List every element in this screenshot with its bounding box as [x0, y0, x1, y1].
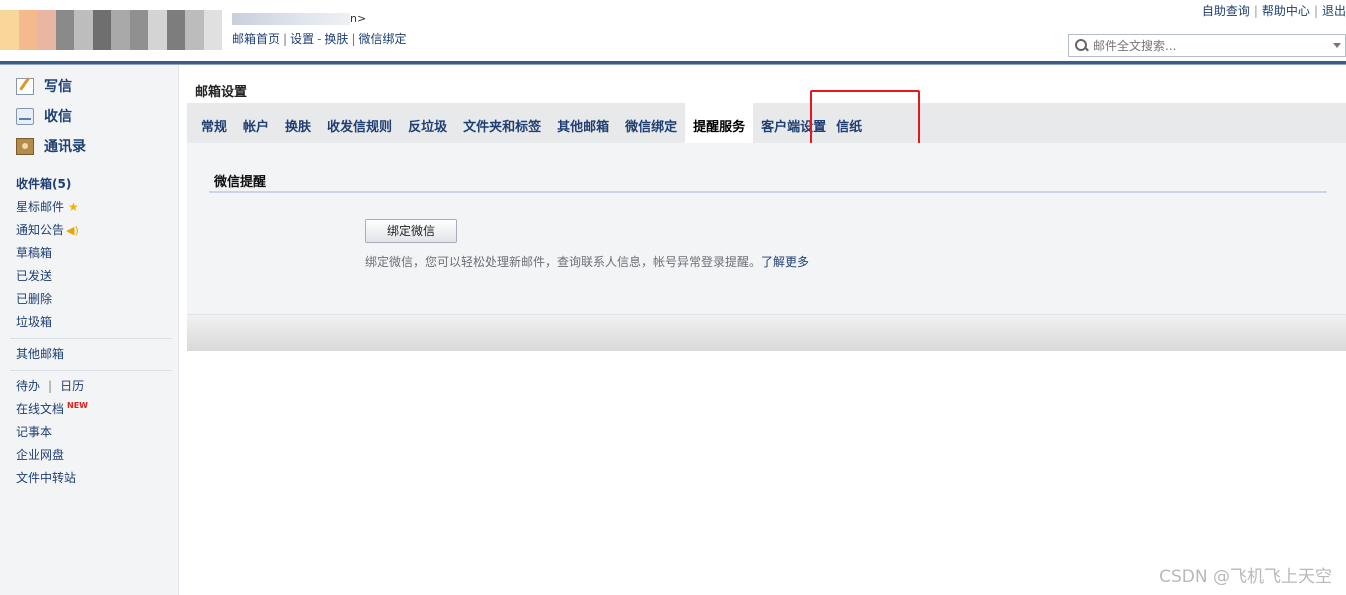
settings-tab-bar: 常规 帐户 换肤 收发信规则 反垃圾 文件夹和标签 其他邮箱 微信绑定 提醒服务…: [187, 103, 1346, 143]
notices-label: 通知公告: [16, 223, 65, 237]
receive-label: 收信: [44, 109, 72, 125]
nav-separator: -: [317, 32, 322, 46]
search-input[interactable]: [1093, 38, 1333, 53]
nav-separator: |: [351, 32, 356, 46]
help-center-link[interactable]: 帮助中心: [1262, 4, 1310, 18]
nav-separator: |: [283, 32, 288, 46]
description-text: 绑定微信，您可以轻松处理新邮件，查询联系人信息，帐号异常登录提醒。: [365, 255, 762, 269]
tab-general[interactable]: 常规: [193, 103, 235, 143]
search-icon: [1075, 38, 1089, 53]
receive-button[interactable]: 收信: [0, 101, 178, 131]
tab-anti-spam[interactable]: 反垃圾: [400, 103, 455, 143]
learn-more-link[interactable]: 了解更多: [761, 255, 809, 269]
compose-label: 写信: [44, 79, 72, 95]
tab-skin[interactable]: 换肤: [277, 103, 319, 143]
star-icon: ★: [68, 200, 79, 214]
sidebar: 写信 收信 通讯录 收件箱(5) 星标邮件 ★ 通知公告 ◀) 草稿箱 已发送 已删…: [0, 65, 179, 595]
tab-reminder-service[interactable]: 提醒服务: [685, 103, 754, 143]
bind-wechat-button[interactable]: 绑定微信: [365, 219, 457, 243]
speaker-icon: ◀): [66, 224, 79, 237]
chevron-down-icon[interactable]: [1333, 43, 1341, 48]
sidebar-item-calendar[interactable]: 日历: [60, 379, 84, 393]
tab-account[interactable]: 帐户: [235, 103, 277, 143]
main-content: 邮箱设置 常规 帐户 换肤 收发信规则 反垃圾 文件夹和标签 其他邮箱 微信绑定…: [187, 65, 1346, 595]
top-nav: 邮箱首页 | 设置 - 换肤 | 微信绑定: [232, 30, 407, 47]
description: 绑定微信，您可以轻松处理新邮件，查询联系人信息，帐号异常登录提醒。了解更多: [365, 253, 809, 270]
starred-label: 星标邮件: [16, 200, 65, 214]
inbox-icon: [16, 107, 34, 125]
logout-link[interactable]: 退出: [1322, 4, 1346, 18]
sidebar-item-netdisk[interactable]: 企业网盘: [16, 444, 178, 467]
nav-wechat-bind[interactable]: 微信绑定: [358, 32, 406, 46]
sidebar-item-online-docs[interactable]: 在线文档 NEW: [16, 398, 178, 421]
watermark: CSDN @飞机飞上天空: [1159, 567, 1332, 587]
new-badge: NEW: [67, 401, 88, 410]
search-box[interactable]: [1068, 34, 1346, 57]
contacts-label: 通讯录: [44, 139, 86, 155]
nav-settings[interactable]: 设置: [290, 32, 314, 46]
sidebar-item-sent[interactable]: 已发送: [16, 265, 178, 288]
nav-mail-home[interactable]: 邮箱首页: [232, 32, 280, 46]
blurred-logo: [0, 10, 222, 50]
tab-folders-labels[interactable]: 文件夹和标签: [455, 103, 549, 143]
compose-button[interactable]: 写信: [0, 71, 178, 101]
sidebar-divider: [10, 370, 172, 371]
sidebar-item-deleted[interactable]: 已删除: [16, 288, 178, 311]
section-title: 微信提醒: [214, 175, 267, 190]
sidebar-item-drafts[interactable]: 草稿箱: [16, 242, 178, 265]
contacts-button[interactable]: 通讯录: [0, 131, 178, 161]
sidebar-divider: [10, 338, 172, 339]
online-docs-label: 在线文档: [16, 402, 65, 416]
tab-other-mailbox[interactable]: 其他邮箱: [549, 103, 617, 143]
tab-mail-rules[interactable]: 收发信规则: [319, 103, 400, 143]
sidebar-item-notices[interactable]: 通知公告 ◀): [16, 219, 178, 242]
account-suffix: n>: [350, 12, 367, 25]
write-icon: [16, 77, 34, 95]
section-divider: [209, 191, 1327, 193]
contacts-icon: [16, 137, 34, 155]
sidebar-item-todo[interactable]: 待办: [16, 379, 40, 393]
sidebar-item-other-mailbox[interactable]: 其他邮箱: [16, 343, 178, 366]
nav-skin[interactable]: 换肤: [324, 32, 348, 46]
tab-wechat-bind[interactable]: 微信绑定: [617, 103, 685, 143]
self-service-link[interactable]: 自助查询: [1202, 4, 1250, 18]
page-title: 邮箱设置: [195, 85, 248, 100]
top-links: 自助查询 | 帮助中心 | 退出: [1201, 4, 1346, 18]
header: n> 邮箱首页 | 设置 - 换肤 | 微信绑定 自助查询 | 帮助中心 | 退出: [0, 0, 1346, 62]
sidebar-item-starred[interactable]: 星标邮件 ★: [16, 196, 178, 219]
blurred-email: [232, 13, 350, 25]
sidebar-item-inbox[interactable]: 收件箱(5): [16, 173, 178, 196]
sidebar-item-notebook[interactable]: 记事本: [16, 421, 178, 444]
footer-bar: [187, 314, 1346, 351]
sidebar-item-junk[interactable]: 垃圾箱: [16, 311, 178, 334]
settings-panel: 微信提醒 绑定微信 绑定微信，您可以轻松处理新邮件，查询联系人信息，帐号异常登录…: [187, 143, 1346, 314]
account-address: n>: [232, 12, 366, 25]
sidebar-item-file-transfer[interactable]: 文件中转站: [16, 467, 178, 490]
